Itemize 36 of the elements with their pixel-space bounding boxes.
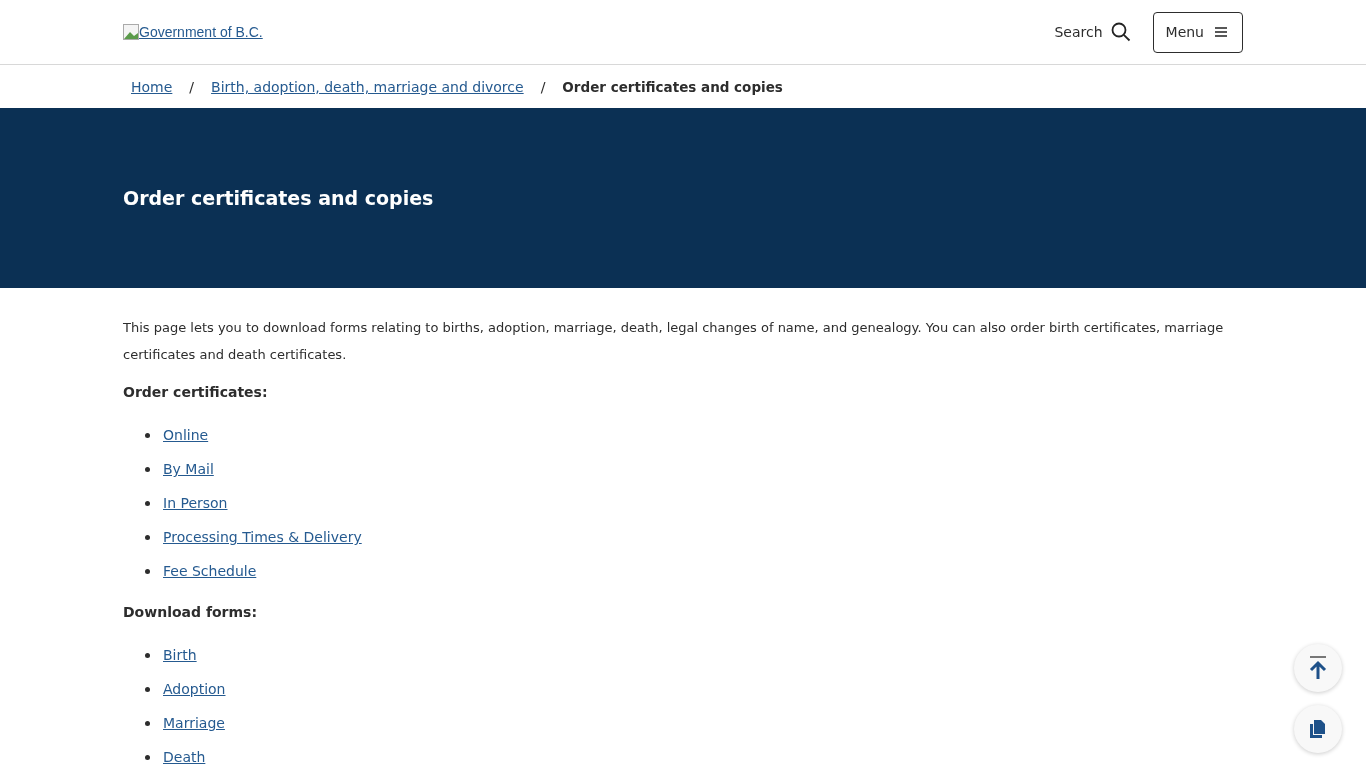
menu-button[interactable]: Menu — [1152, 11, 1243, 53]
breadcrumb-separator: / — [540, 78, 546, 95]
bullet-dot — [145, 432, 150, 438]
bullet-dot — [145, 568, 150, 574]
bullet-dot — [145, 754, 150, 760]
copy-icon — [1309, 719, 1327, 739]
intro-paragraph: This page lets you to download forms relating to births, adoption, marriage, death, legal changes of name, and genealogy. You can also order birth certificates, marriage certificates and death certificates. — [123, 319, 1225, 364]
breadcrumb-current: Order certificates and copies — [562, 78, 783, 95]
list-link[interactable]: Online — [163, 427, 209, 443]
section-heading: Order certificates: — [123, 384, 269, 400]
search-button[interactable]: Search — [1054, 22, 1131, 42]
bullet-dot — [145, 500, 150, 506]
bullet-dot — [145, 720, 150, 726]
list-link[interactable]: Marriage — [163, 715, 225, 731]
broken-image-icon — [123, 24, 139, 40]
page-title: Order certificates and copies — [123, 187, 435, 209]
breadcrumb-link[interactable]: Birth, adoption, death, marriage and divorce — [211, 78, 524, 95]
breadcrumb-link[interactable]: Home — [131, 78, 173, 95]
breadcrumb-separator: / — [189, 78, 195, 95]
menu-icon — [1214, 26, 1228, 38]
bullet-dot — [145, 686, 150, 692]
section-heading: Download forms: — [123, 604, 259, 620]
list-link[interactable]: In Person — [163, 495, 228, 511]
bullet-dot — [145, 652, 150, 658]
bullet-dot — [145, 534, 150, 540]
back-to-top-button[interactable] — [1294, 644, 1342, 692]
list-link[interactable]: Fee Schedule — [163, 563, 257, 579]
copy-button[interactable] — [1294, 705, 1342, 753]
list-link[interactable]: Death — [163, 749, 206, 765]
arrow-up-icon — [1307, 655, 1329, 681]
list-link[interactable]: By Mail — [163, 461, 214, 477]
bullet-dot — [145, 466, 150, 472]
list-link[interactable]: Birth — [163, 647, 197, 663]
list-link[interactable]: Processing Times & Delivery — [163, 529, 362, 545]
list-link[interactable]: Adoption — [163, 681, 226, 697]
search-icon — [1110, 22, 1131, 42]
